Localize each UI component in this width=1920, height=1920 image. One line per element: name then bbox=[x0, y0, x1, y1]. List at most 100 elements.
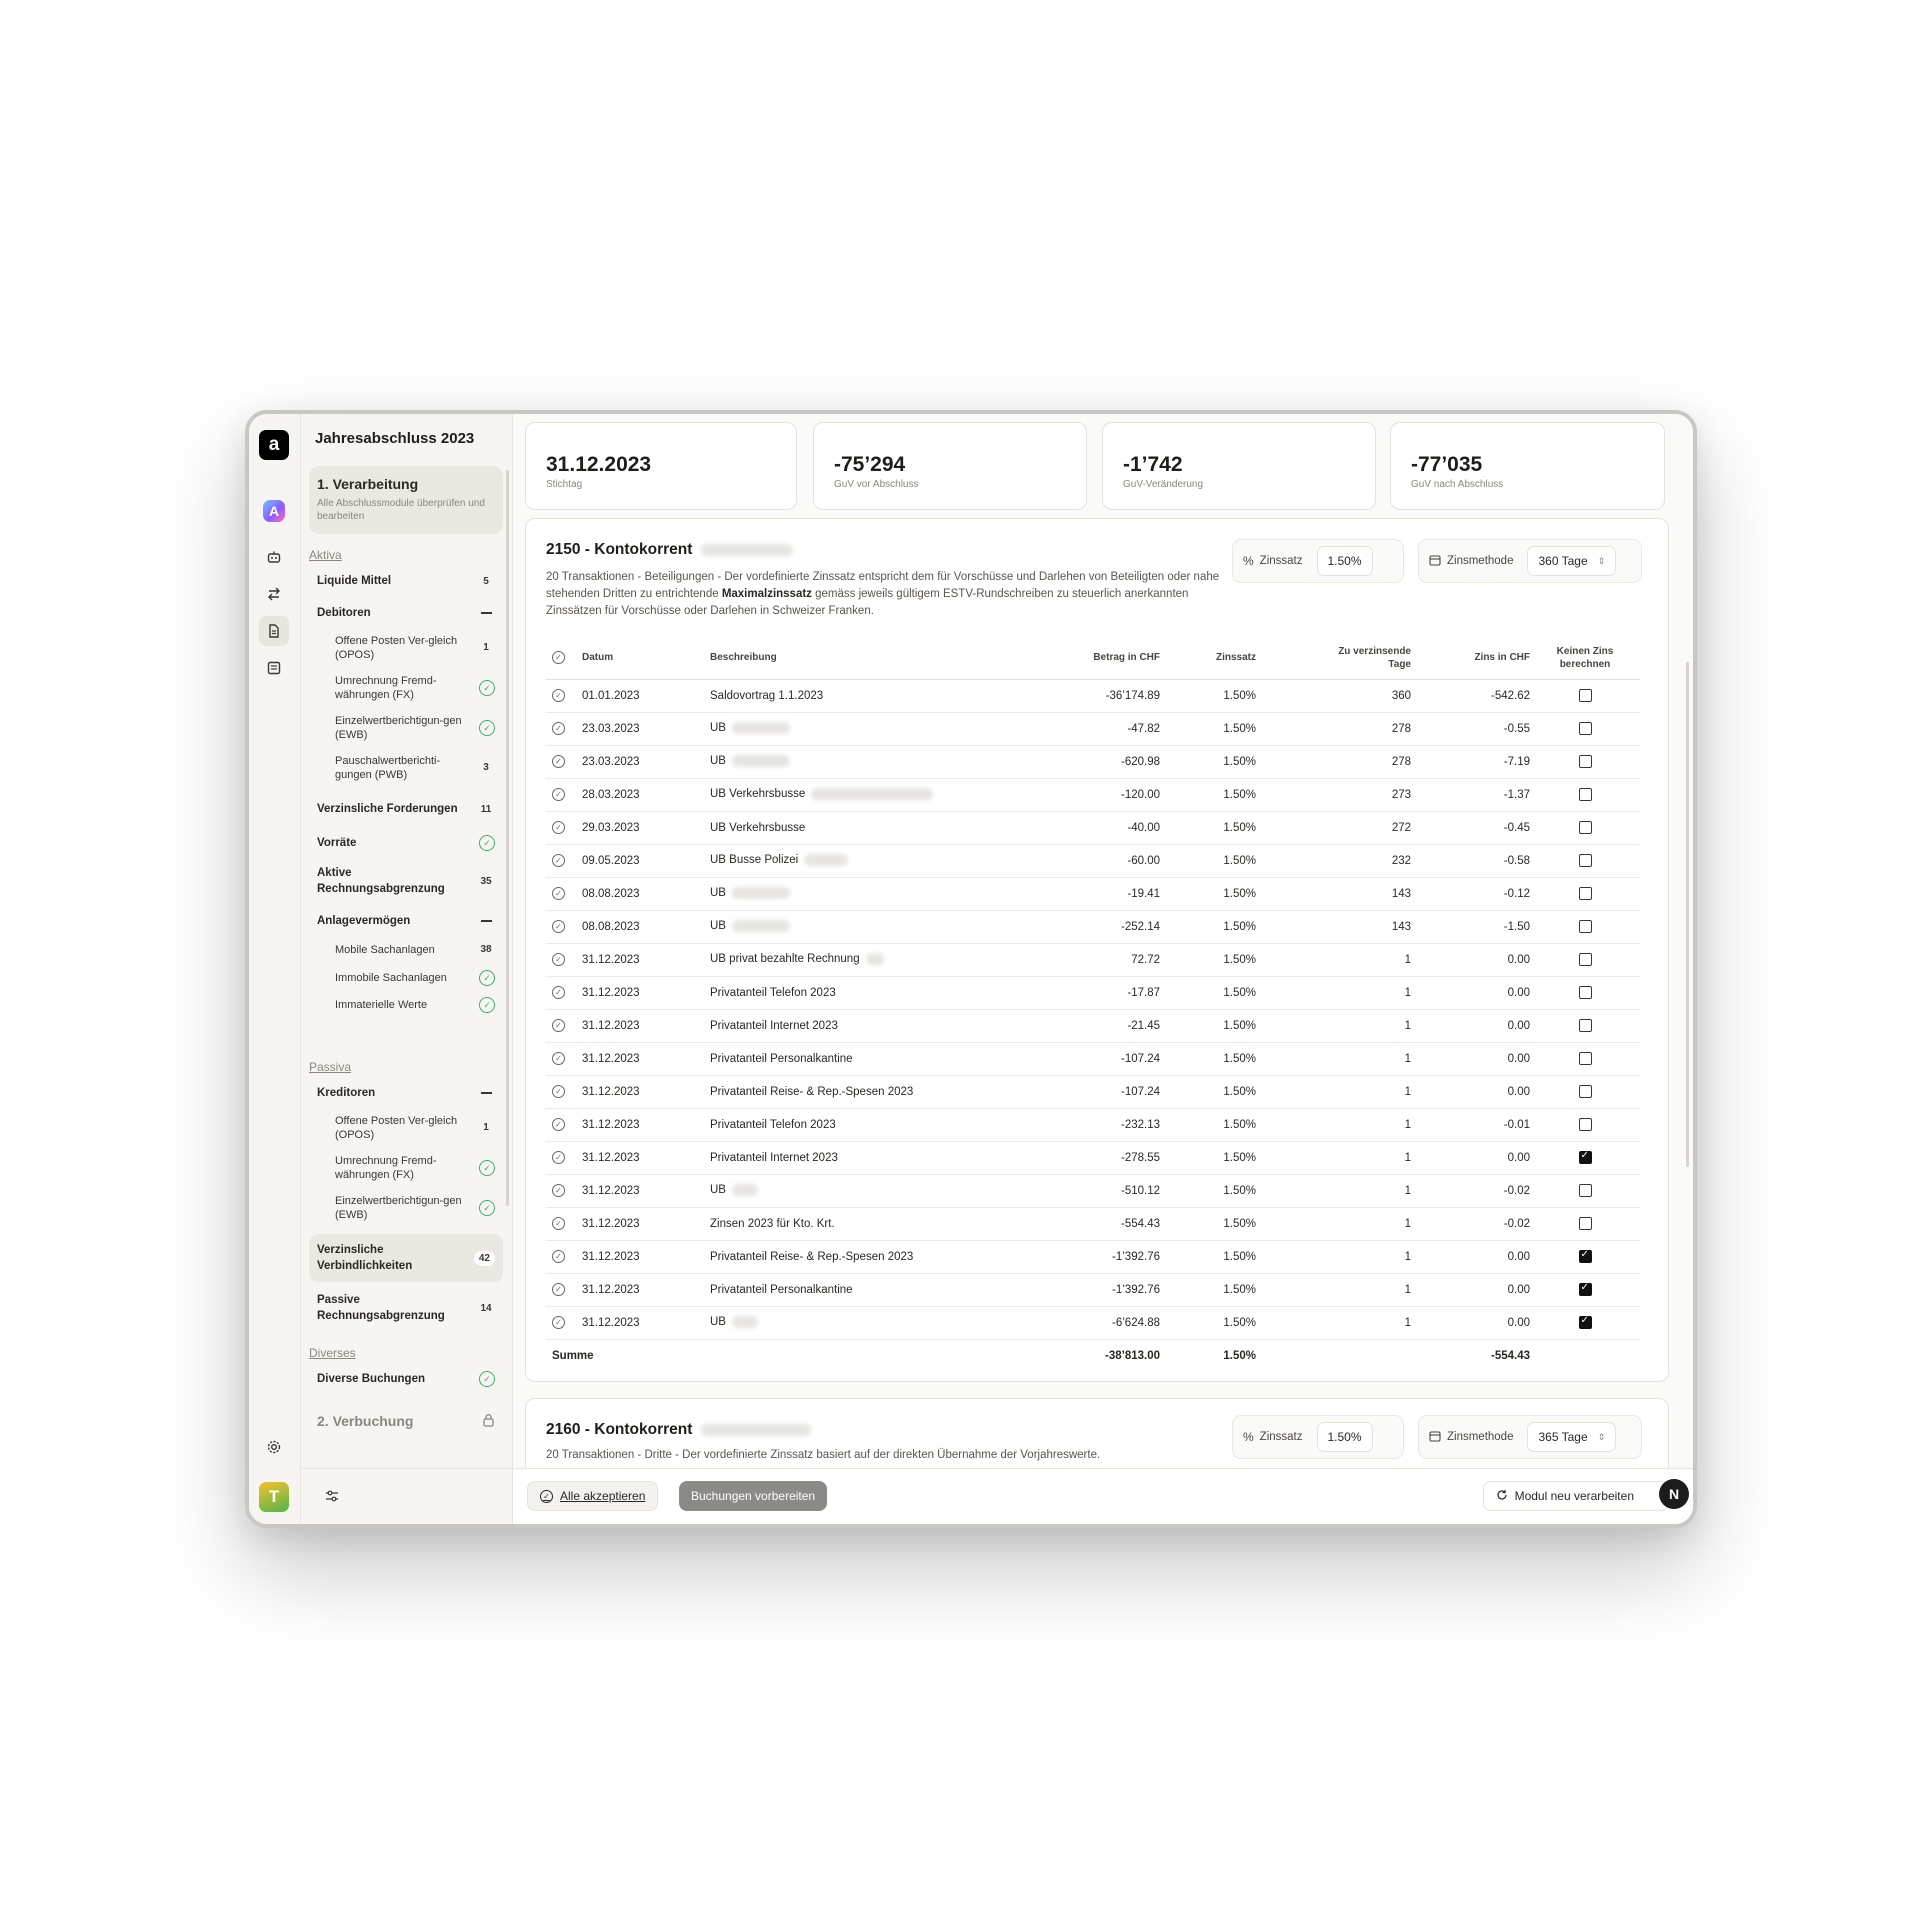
table-row[interactable]: ✓ 31.12.2023 UB privat bezahlte Rechnung 72… bbox=[546, 943, 1640, 977]
user-avatar[interactable]: T bbox=[259, 1482, 289, 1512]
table-row[interactable]: ✓ 31.12.2023 UB -510.12 1.50% 1 -0.02 bbox=[546, 1174, 1640, 1208]
row-accept-cell[interactable]: ✓ bbox=[546, 1240, 582, 1274]
table-row[interactable]: ✓ 31.12.2023 Privatanteil Personalkantine -… bbox=[546, 1273, 1640, 1307]
no-interest-checkbox[interactable] bbox=[1578, 755, 1592, 768]
check-circle-icon[interactable]: ✓ bbox=[552, 821, 565, 834]
no-interest-checkbox[interactable] bbox=[1578, 1217, 1592, 1230]
no-interest-checkbox[interactable] bbox=[1578, 986, 1592, 999]
collapse-icon[interactable] bbox=[481, 1092, 492, 1094]
sidebar-item-kreditoren[interactable]: Kreditoren bbox=[309, 1078, 503, 1108]
check-circle-icon[interactable]: ✓ bbox=[552, 1085, 565, 1098]
main-scrollbar[interactable] bbox=[1686, 662, 1689, 1167]
list-icon[interactable] bbox=[259, 653, 289, 683]
sidebar-item-vorraete[interactable]: Vorräte ✓ bbox=[309, 828, 503, 858]
step-verarbeitung[interactable]: 1. Verarbeitung Alle Abschlussmodule übe… bbox=[309, 466, 503, 534]
table-row[interactable]: ✓ 01.01.2023 Saldovortrag 1.1.2023 -36’174.… bbox=[546, 679, 1640, 713]
section-aktiva[interactable]: Aktiva bbox=[309, 548, 342, 562]
check-circle-icon[interactable]: ✓ bbox=[552, 1052, 565, 1065]
check-circle-icon[interactable]: ✓ bbox=[552, 1250, 565, 1263]
table-row[interactable]: ✓ 31.12.2023 Privatanteil Personalkantine -… bbox=[546, 1042, 1640, 1076]
zinsmethode-select[interactable]: 360 Tage ⇕ bbox=[1527, 546, 1617, 576]
table-row[interactable]: ✓ 31.12.2023 Zinsen 2023 für Kto. Krt. -554… bbox=[546, 1207, 1640, 1241]
row-accept-cell[interactable]: ✓ bbox=[546, 712, 582, 746]
logo-icon[interactable]: a bbox=[259, 430, 289, 460]
table-row[interactable]: ✓ 31.12.2023 Privatanteil Internet 2023 -27… bbox=[546, 1141, 1640, 1175]
col-zinssatz[interactable]: Zinssatz bbox=[1160, 637, 1256, 680]
row-accept-cell[interactable]: ✓ bbox=[546, 1009, 582, 1043]
table-row[interactable]: ✓ 08.08.2023 UB -19.41 1.50% 143 -0.12 bbox=[546, 877, 1640, 911]
no-interest-checkbox[interactable] bbox=[1578, 1019, 1592, 1032]
row-accept-cell[interactable]: ✓ bbox=[546, 1207, 582, 1241]
row-accept-cell[interactable]: ✓ bbox=[546, 1042, 582, 1076]
reprocess-module-button[interactable]: Modul neu verarbeiten bbox=[1482, 1481, 1669, 1511]
section-diverses[interactable]: Diverses bbox=[309, 1346, 356, 1360]
check-circle-icon[interactable]: ✓ bbox=[552, 953, 565, 966]
table-row[interactable]: ✓ 08.08.2023 UB -252.14 1.50% 143 -1.50 bbox=[546, 910, 1640, 944]
no-interest-checkbox[interactable] bbox=[1578, 1150, 1592, 1164]
row-accept-cell[interactable]: ✓ bbox=[546, 1141, 582, 1175]
table-row[interactable]: ✓ 31.12.2023 Privatanteil Reise- & Rep.-Sp… bbox=[546, 1075, 1640, 1109]
zinssatz-input[interactable]: 1.50% bbox=[1316, 1422, 1373, 1452]
select-all-header[interactable]: ✓ bbox=[546, 637, 582, 680]
check-circle-icon[interactable]: ✓ bbox=[552, 1217, 565, 1230]
check-circle-icon[interactable]: ✓ bbox=[552, 887, 565, 900]
prepare-bookings-button[interactable]: Buchungen vorbereiten bbox=[679, 1481, 828, 1511]
col-datum[interactable]: Datum bbox=[582, 637, 710, 680]
check-circle-icon[interactable]: ✓ bbox=[552, 1283, 565, 1296]
table-row[interactable]: ✓ 23.03.2023 UB -47.82 1.50% 278 -0.55 bbox=[546, 712, 1640, 746]
table-row[interactable]: ✓ 31.12.2023 Privatanteil Telefon 2023 -232… bbox=[546, 1108, 1640, 1142]
sidebar-item-aktive-rechnungsabgrenzung[interactable]: Aktive Rechnungsabgrenzung 35 bbox=[309, 862, 503, 900]
accept-all-button[interactable]: ✓ Alle akzeptieren bbox=[527, 1481, 659, 1511]
no-interest-checkbox[interactable] bbox=[1578, 722, 1592, 735]
sidebar-item-diverse-buchungen[interactable]: Diverse Buchungen ✓ bbox=[309, 1364, 503, 1394]
row-accept-cell[interactable]: ✓ bbox=[546, 943, 582, 977]
no-interest-checkbox[interactable] bbox=[1578, 1249, 1592, 1263]
row-accept-cell[interactable]: ✓ bbox=[546, 679, 582, 713]
sidebar-item-immaterielle-werte[interactable]: Immaterielle Werte ✓ bbox=[327, 993, 503, 1017]
sidebar-item-deb-pwb[interactable]: Pauschalwertberichti-gungen (PWB) 3 bbox=[327, 752, 503, 784]
check-circle-icon[interactable]: ✓ bbox=[552, 788, 565, 801]
no-interest-checkbox[interactable] bbox=[1578, 854, 1592, 867]
check-circle-icon[interactable]: ✓ bbox=[552, 1019, 565, 1032]
sidebar-item-mobile-sachanlagen[interactable]: Mobile Sachanlagen 38 bbox=[327, 938, 503, 962]
step-verbuchung[interactable]: 2. Verbuchung bbox=[309, 1404, 503, 1438]
sidebar-item-deb-fx[interactable]: Umrechnung Fremd-währungen (FX) ✓ bbox=[327, 672, 503, 704]
row-accept-cell[interactable]: ✓ bbox=[546, 844, 582, 878]
sidebar-item-deb-opos[interactable]: Offene Posten Ver-gleich (OPOS) 1 bbox=[327, 632, 503, 664]
row-accept-cell[interactable]: ✓ bbox=[546, 1108, 582, 1142]
collapse-icon[interactable] bbox=[481, 920, 492, 922]
sidebar-item-liquide-mittel[interactable]: Liquide Mittel 5 bbox=[309, 566, 503, 596]
row-accept-cell[interactable]: ✓ bbox=[546, 1306, 582, 1340]
sidebar-item-kred-opos[interactable]: Offene Posten Ver-gleich (OPOS) 1 bbox=[327, 1112, 503, 1144]
row-accept-cell[interactable]: ✓ bbox=[546, 811, 582, 845]
check-circle-icon[interactable]: ✓ bbox=[552, 1316, 565, 1329]
check-circle-icon[interactable]: ✓ bbox=[552, 854, 565, 867]
row-accept-cell[interactable]: ✓ bbox=[546, 1174, 582, 1208]
row-accept-cell[interactable]: ✓ bbox=[546, 745, 582, 779]
no-interest-checkbox[interactable] bbox=[1578, 689, 1592, 702]
no-interest-checkbox[interactable] bbox=[1578, 920, 1592, 933]
sidebar-item-kred-fx[interactable]: Umrechnung Fremd-währungen (FX) ✓ bbox=[327, 1152, 503, 1184]
row-accept-cell[interactable]: ✓ bbox=[546, 1075, 582, 1109]
col-beschreibung[interactable]: Beschreibung bbox=[710, 637, 1050, 680]
check-circle-icon[interactable]: ✓ bbox=[552, 1184, 565, 1197]
sidebar-item-passive-rechnungsabgrenzung[interactable]: Passive Rechnungsabgrenzung 14 bbox=[309, 1288, 503, 1328]
check-circle-icon[interactable]: ✓ bbox=[552, 689, 565, 702]
table-row[interactable]: ✓ 29.03.2023 UB Verkehrsbusse -40.00 1.50% 27… bbox=[546, 811, 1640, 845]
col-keinen-zins[interactable]: Keinen Zins berechnen bbox=[1530, 637, 1640, 680]
check-circle-icon[interactable]: ✓ bbox=[552, 755, 565, 768]
filter-icon[interactable] bbox=[325, 1489, 339, 1508]
sidebar-item-immobile-sachanlagen[interactable]: Immobile Sachanlagen ✓ bbox=[327, 966, 503, 990]
no-interest-checkbox[interactable] bbox=[1578, 1052, 1592, 1065]
zinsmethode-select[interactable]: 365 Tage ⇕ bbox=[1527, 1422, 1617, 1452]
transfer-icon[interactable] bbox=[259, 579, 289, 609]
row-accept-cell[interactable]: ✓ bbox=[546, 976, 582, 1010]
col-zins[interactable]: Zins in CHF bbox=[1411, 637, 1530, 680]
notification-badge[interactable]: N bbox=[1659, 1479, 1689, 1509]
table-row[interactable]: ✓ 31.12.2023 Privatanteil Reise- & Rep.-Sp… bbox=[546, 1240, 1640, 1274]
check-circle-icon[interactable]: ✓ bbox=[552, 1151, 565, 1164]
sidebar-item-verzinsliche-forderungen[interactable]: Verzinsliche Forderungen 11 bbox=[309, 794, 503, 824]
sidebar-item-kred-ewb[interactable]: Einzelwertberichtigun-gen (EWB) ✓ bbox=[327, 1192, 503, 1224]
row-accept-cell[interactable]: ✓ bbox=[546, 910, 582, 944]
table-row[interactable]: ✓ 31.12.2023 Privatanteil Internet 2023 -21… bbox=[546, 1009, 1640, 1043]
